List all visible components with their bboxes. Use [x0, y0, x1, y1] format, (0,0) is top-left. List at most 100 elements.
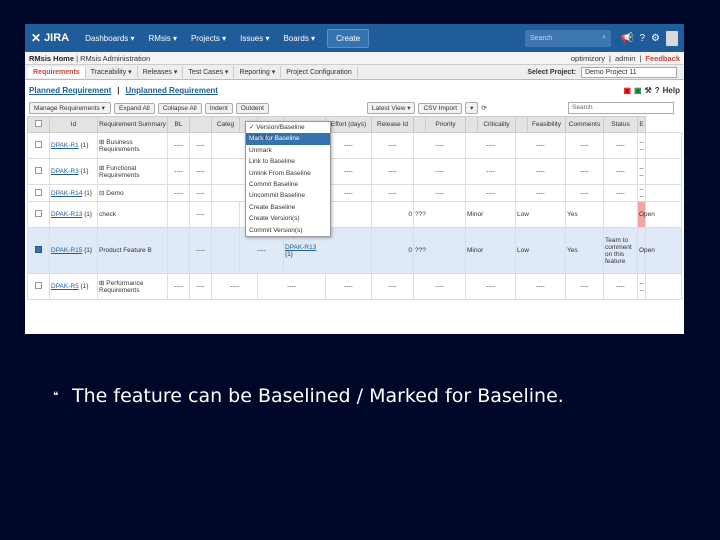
tab-releases[interactable]: Releases ▾: [138, 66, 184, 78]
column-header[interactable]: Feasibility: [527, 116, 566, 133]
manage-requirements-select[interactable]: Manage Requirements ▾: [29, 102, 111, 114]
create-button[interactable]: Create: [327, 28, 370, 48]
latest-view-select[interactable]: Latest View ▾: [366, 102, 416, 114]
column-header[interactable]: [413, 116, 426, 133]
outdent-button[interactable]: Outdent: [235, 102, 269, 114]
column-header[interactable]: [465, 116, 478, 133]
tab-project-configuration[interactable]: Project Configuration: [281, 66, 358, 78]
requirement-summary[interactable]: check: [97, 201, 168, 228]
user-link[interactable]: optimizory: [571, 54, 605, 63]
column-header[interactable]: BL: [167, 116, 190, 133]
column-header[interactable]: [27, 116, 50, 133]
column-header[interactable]: Status: [603, 116, 638, 133]
feedback-link[interactable]: Feedback: [645, 54, 680, 63]
admin-link[interactable]: admin: [615, 54, 635, 63]
requirement-id-link[interactable]: DPAK-R15: [51, 247, 82, 254]
nav-projects[interactable]: Projects ▾: [185, 34, 232, 43]
table-row[interactable]: DPAK-R14 {1} ⊟ Demo ---- ---- ---- ---- ---- --…: [27, 184, 682, 202]
project-select[interactable]: Demo Project 11: [581, 66, 677, 78]
pdf-icon[interactable]: ▣: [623, 86, 631, 95]
help-icon[interactable]: ?: [655, 86, 660, 95]
megaphone-icon[interactable]: 📢: [621, 33, 633, 44]
row-checkbox[interactable]: [35, 282, 42, 289]
nav-rmsis[interactable]: RMsis ▾: [143, 34, 183, 43]
row-checkbox[interactable]: [35, 210, 42, 217]
table-row[interactable]: DPAK-R1 {1} ⊞ Business Requirements ---- --…: [27, 132, 682, 159]
select-all-checkbox[interactable]: [35, 120, 42, 127]
nav-issues[interactable]: Issues ▾: [234, 34, 275, 43]
requirement-summary[interactable]: ⊞ Functional Requirements: [97, 158, 168, 185]
requirement-summary[interactable]: Product Feature B: [97, 227, 168, 274]
refresh-icon[interactable]: ⟳: [481, 104, 486, 112]
requirement-id-link[interactable]: DPAK-R14: [51, 190, 82, 197]
dropdown-item[interactable]: Link to Baseline: [246, 156, 330, 167]
requirement-id-link[interactable]: DPAK-R3: [51, 168, 79, 175]
column-header[interactable]: Categ: [211, 116, 240, 133]
help-icon[interactable]: ?: [639, 33, 645, 44]
nav-dashboards[interactable]: Dashboards ▾: [79, 34, 140, 43]
table-search-input[interactable]: Search: [568, 102, 674, 114]
gear-icon[interactable]: ⚙: [651, 33, 660, 44]
dependency-link[interactable]: DPAK-R13: [285, 244, 316, 251]
tab-traceability[interactable]: Traceability ▾: [86, 66, 138, 78]
row-checkbox[interactable]: [35, 167, 42, 174]
cell: ----: [465, 132, 516, 159]
requirement-id-link[interactable]: DPAK-R1: [51, 142, 79, 149]
column-header[interactable]: [189, 116, 212, 133]
dropdown-item[interactable]: Uncommit Baseline: [246, 190, 330, 201]
requirement-summary[interactable]: ⊞ Performance Requirements: [97, 273, 168, 300]
table-row[interactable]: DPAK-R15 {1} Product Feature B ---- ---- DPA…: [27, 227, 682, 274]
column-header[interactable]: Id: [49, 116, 98, 133]
dropdown-header[interactable]: ✓ Version/Baseline Actions: [246, 122, 330, 141]
dropdown-item[interactable]: Create Baseline: [246, 202, 330, 213]
column-header[interactable]: Comments: [565, 116, 604, 133]
filter-button[interactable]: ▾: [465, 102, 479, 114]
tab-requirements[interactable]: Requirements: [28, 66, 86, 78]
table-row[interactable]: DPAK-R3 {1} ⊞ Functional Requirements ----…: [27, 158, 682, 185]
tools-icon[interactable]: ⚒: [645, 86, 652, 95]
tab-reporting[interactable]: Reporting ▾: [234, 66, 282, 78]
requirement-summary[interactable]: ⊟ Demo: [97, 184, 168, 202]
table-row[interactable]: DPAK-R5 {1} ⊞ Performance Requirements ---…: [27, 273, 682, 300]
requirement-id-link[interactable]: DPAK-R13: [51, 211, 82, 218]
column-header[interactable]: Requirement Summary: [97, 116, 168, 133]
slide-caption: The feature can be Baselined / Marked fo…: [72, 385, 564, 407]
csv-import-button[interactable]: CSV Import: [418, 102, 463, 114]
indent-button[interactable]: Indent: [204, 102, 233, 114]
dropdown-item[interactable]: Create Version(s): [246, 213, 330, 224]
column-header[interactable]: E: [637, 116, 646, 133]
row-checkbox[interactable]: [35, 246, 42, 253]
row-checkbox[interactable]: [35, 188, 42, 196]
rmsis-home-link[interactable]: RMsis Home: [29, 54, 74, 63]
unplanned-requirement-link[interactable]: Unplanned Requirement: [126, 86, 218, 95]
dropdown-item[interactable]: Unmark: [246, 145, 330, 156]
cell: ----: [325, 184, 372, 202]
column-header[interactable]: Priority: [425, 116, 466, 133]
column-header[interactable]: Effort (days): [325, 116, 372, 133]
jira-logo[interactable]: ✕ JIRA: [31, 31, 69, 45]
column-header[interactable]: Release Id: [371, 116, 414, 133]
expand-all-button[interactable]: Expand All: [114, 102, 155, 114]
excel-icon[interactable]: ▣: [634, 86, 642, 95]
dropdown-item[interactable]: Commit Version(s): [246, 225, 330, 236]
planned-requirement-link[interactable]: Planned Requirement: [29, 86, 111, 95]
dropdown-item[interactable]: Unlink From Baseline: [246, 168, 330, 179]
cell: ----: [413, 273, 466, 300]
requirement-summary[interactable]: ⊞ Business Requirements: [97, 132, 168, 159]
tab-test-cases[interactable]: Test Cases ▾: [183, 66, 235, 78]
search-input[interactable]: Search ⌕: [525, 29, 612, 47]
rmsis-admin-link[interactable]: RMsis Administration: [80, 54, 150, 63]
nav-boards[interactable]: Boards ▾: [277, 34, 321, 43]
column-header[interactable]: [515, 116, 528, 133]
cell: ----: [189, 227, 212, 274]
requirement-id-link[interactable]: DPAK-R5: [51, 283, 79, 290]
dropdown-item[interactable]: Mark for Baseline: [246, 133, 330, 145]
avatar[interactable]: [666, 30, 678, 46]
row-checkbox[interactable]: [35, 141, 42, 148]
cell: [211, 227, 240, 274]
column-header[interactable]: Criticality: [477, 116, 516, 133]
help-link[interactable]: Help: [663, 86, 680, 95]
table-row[interactable]: DPAK-R13 {1}check--------DPAK-R15{1}0???…: [27, 201, 682, 228]
dropdown-item[interactable]: Commit Baseline: [246, 179, 330, 190]
collapse-all-button[interactable]: Collapse All: [157, 102, 202, 114]
